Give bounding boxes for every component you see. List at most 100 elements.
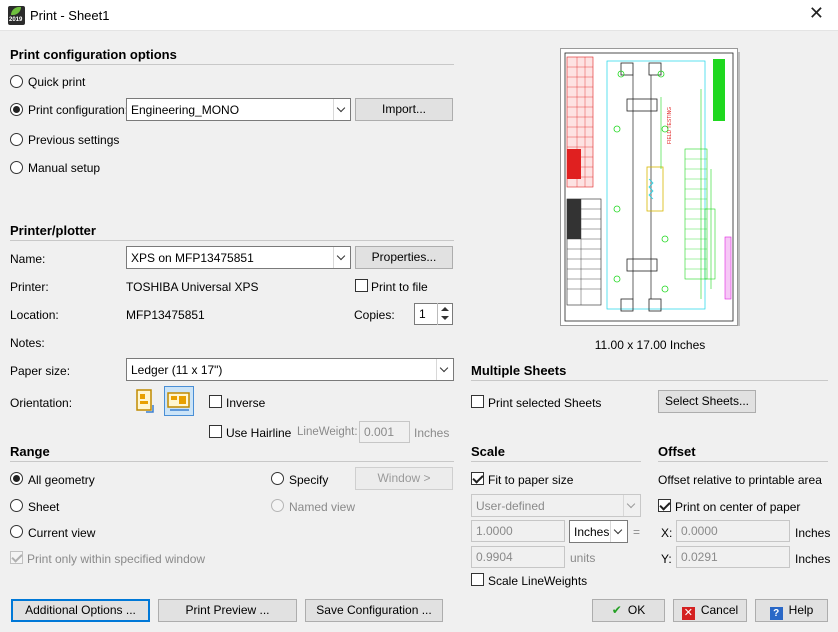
properties-button[interactable]: Properties... bbox=[355, 246, 453, 269]
ok-button[interactable]: ✔ OK bbox=[592, 599, 665, 622]
ok-label: OK bbox=[627, 603, 646, 617]
scale-units-value: 0.9904 bbox=[476, 550, 513, 564]
chevron-down-icon[interactable] bbox=[610, 521, 627, 542]
print-to-file-label[interactable]: Print to file bbox=[371, 280, 428, 294]
printer-name-combo[interactable]: XPS on MFP13475851 bbox=[126, 246, 351, 269]
manual-setup-radio[interactable] bbox=[10, 161, 23, 174]
inverse-checkbox[interactable] bbox=[209, 395, 222, 408]
scale-unit-combo[interactable]: Inches bbox=[569, 520, 628, 543]
print-configuration-label[interactable]: Print configuration: bbox=[28, 103, 128, 117]
current-view-label[interactable]: Current view bbox=[28, 526, 95, 540]
fit-to-paper-checkbox[interactable] bbox=[471, 472, 484, 485]
manual-setup-label[interactable]: Manual setup bbox=[28, 161, 100, 175]
named-view-radio[interactable] bbox=[271, 499, 284, 512]
offset-description: Offset relative to printable area bbox=[658, 473, 822, 487]
printer-heading: Printer/plotter bbox=[10, 223, 96, 238]
use-hairline-label[interactable]: Use Hairline bbox=[226, 426, 291, 440]
printer-name-value: XPS on MFP13475851 bbox=[131, 251, 254, 265]
named-view-label[interactable]: Named view bbox=[289, 500, 355, 514]
previous-settings-label[interactable]: Previous settings bbox=[28, 133, 119, 147]
chevron-down-icon[interactable] bbox=[436, 359, 453, 380]
cancel-button[interactable]: ✕ Cancel bbox=[673, 599, 747, 622]
printer-value: TOSHIBA Universal XPS bbox=[126, 280, 259, 294]
help-button[interactable]: ? Help bbox=[755, 599, 828, 622]
quick-print-radio[interactable] bbox=[10, 75, 23, 88]
printer-label: Printer: bbox=[10, 280, 49, 294]
print-to-file-checkbox[interactable] bbox=[355, 279, 368, 292]
lineweight-unit: Inches bbox=[414, 426, 450, 440]
offset-y-value: 0.0291 bbox=[681, 550, 718, 564]
center-on-paper-checkbox[interactable] bbox=[658, 499, 671, 512]
cancel-label: Cancel bbox=[700, 603, 739, 617]
fit-to-paper-label[interactable]: Fit to paper size bbox=[488, 473, 573, 487]
orientation-label: Orientation: bbox=[10, 396, 73, 410]
current-view-radio[interactable] bbox=[10, 525, 23, 538]
chevron-down-icon[interactable] bbox=[333, 99, 350, 120]
save-configuration-button[interactable]: Save Configuration ... bbox=[305, 599, 443, 622]
scale-heading: Scale bbox=[471, 444, 505, 459]
print-selected-sheets-label[interactable]: Print selected Sheets bbox=[488, 396, 601, 410]
copies-value: 1 bbox=[419, 307, 426, 321]
sheet-radio[interactable] bbox=[10, 499, 23, 512]
svg-text:FIELD TESTING: FIELD TESTING bbox=[667, 107, 673, 144]
chevron-down-icon[interactable] bbox=[623, 495, 640, 516]
offset-y-input[interactable]: 0.0291 bbox=[676, 546, 790, 568]
all-geometry-label[interactable]: All geometry bbox=[28, 473, 95, 487]
print-configuration-value: Engineering_MONO bbox=[131, 103, 240, 117]
scale-combo[interactable]: User-defined bbox=[471, 494, 641, 517]
inverse-label[interactable]: Inverse bbox=[226, 396, 265, 410]
specify-radio[interactable] bbox=[271, 472, 284, 485]
specify-label[interactable]: Specify bbox=[289, 473, 328, 487]
print-preview-button[interactable]: Print Preview ... bbox=[158, 599, 297, 622]
lineweight-label: LineWeight: bbox=[297, 426, 358, 438]
additional-options-button[interactable]: Additional Options ... bbox=[11, 599, 150, 622]
spin-down-icon[interactable] bbox=[441, 316, 449, 320]
offset-divider bbox=[658, 461, 828, 462]
offset-x-value: 0.0000 bbox=[681, 524, 718, 538]
units-label: units bbox=[570, 551, 596, 565]
lineweight-input[interactable]: 0.001 bbox=[359, 421, 410, 443]
checkmark-icon: ✔ bbox=[611, 603, 622, 617]
paper-size-combo[interactable]: Ledger (11 x 17") bbox=[126, 358, 454, 381]
copies-spin-buttons[interactable] bbox=[437, 303, 452, 325]
scale-unit-value: Inches bbox=[574, 525, 610, 539]
scale-divider bbox=[471, 461, 641, 462]
previous-settings-radio[interactable] bbox=[10, 133, 23, 146]
quick-print-label[interactable]: Quick print bbox=[28, 75, 85, 89]
close-icon[interactable]: ✕ bbox=[809, 3, 824, 24]
preview-paper-size: 11.00 x 17.00 Inches bbox=[594, 338, 706, 352]
paper-size-label: Paper size: bbox=[10, 364, 71, 378]
spin-up-icon[interactable] bbox=[441, 307, 449, 311]
multiple-sheets-heading: Multiple Sheets bbox=[471, 363, 567, 378]
scale-lineweights-label[interactable]: Scale LineWeights bbox=[488, 574, 587, 588]
paper-size-value: Ledger (11 x 17") bbox=[131, 363, 223, 377]
printer-divider bbox=[10, 240, 454, 241]
copies-label: Copies: bbox=[354, 308, 395, 322]
scale-inches-input[interactable]: 1.0000 bbox=[471, 520, 565, 542]
multiple-sheets-divider bbox=[471, 380, 828, 381]
sheet-label[interactable]: Sheet bbox=[28, 500, 59, 514]
print-configuration-combo[interactable]: Engineering_MONO bbox=[126, 98, 351, 121]
use-hairline-checkbox[interactable] bbox=[209, 425, 222, 438]
cancel-icon: ✕ bbox=[681, 607, 695, 620]
scale-lineweights-checkbox[interactable] bbox=[471, 573, 484, 586]
select-sheets-button[interactable]: Select Sheets... bbox=[658, 390, 756, 413]
print-only-window-label[interactable]: Print only within specified window bbox=[27, 552, 205, 566]
scale-units-input[interactable]: 0.9904 bbox=[471, 546, 565, 568]
print-configuration-radio[interactable] bbox=[10, 103, 23, 116]
portrait-orientation-button[interactable] bbox=[130, 386, 160, 416]
center-on-paper-label[interactable]: Print on center of paper bbox=[675, 500, 800, 514]
import-button[interactable]: Import... bbox=[355, 98, 453, 121]
print-selected-sheets-checkbox[interactable] bbox=[471, 395, 484, 408]
print-config-heading: Print configuration options bbox=[10, 47, 177, 62]
range-heading: Range bbox=[10, 444, 50, 459]
window-button[interactable]: Window > bbox=[355, 467, 453, 490]
all-geometry-radio[interactable] bbox=[10, 472, 23, 485]
offset-x-input[interactable]: 0.0000 bbox=[676, 520, 790, 542]
chevron-down-icon[interactable] bbox=[333, 247, 350, 268]
lineweight-value: 0.001 bbox=[364, 425, 395, 439]
help-label: Help bbox=[788, 603, 814, 617]
offset-x-label: X: bbox=[661, 526, 673, 540]
landscape-orientation-button[interactable] bbox=[164, 386, 194, 416]
print-only-window-checkbox[interactable] bbox=[10, 551, 23, 564]
